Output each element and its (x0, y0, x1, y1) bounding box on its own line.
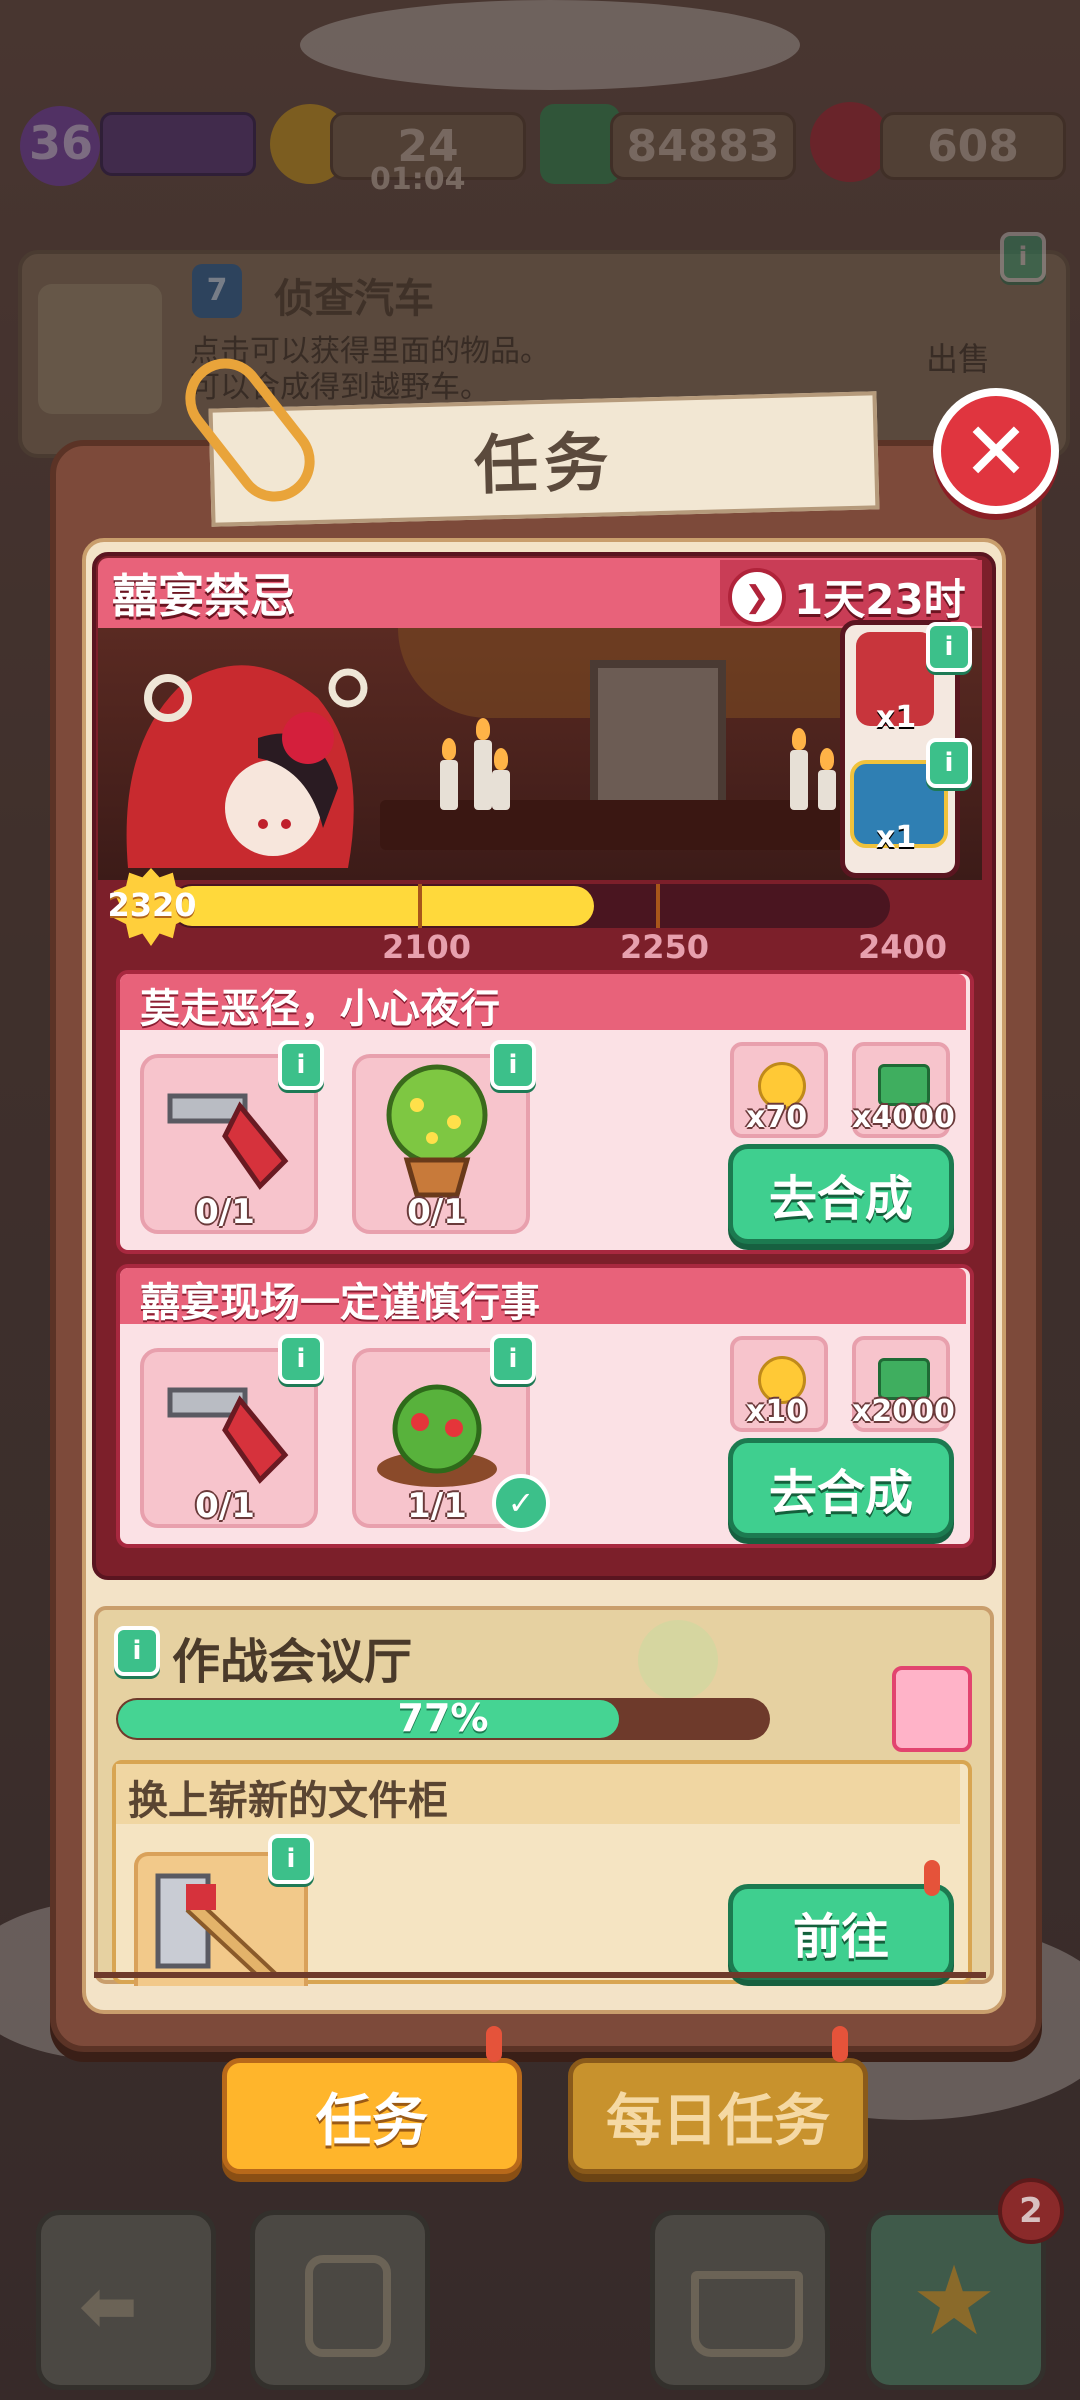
item-count: 0/1 (195, 1192, 255, 1232)
subtask-title: 换上崭新的文件柜 (128, 1778, 448, 1824)
item-count: 0/1 (195, 1486, 255, 1526)
back-button[interactable]: ⬅ (36, 2210, 216, 2390)
task-title: 莫走恶径，小心夜行 (140, 986, 500, 1032)
war-room-title: 作战会议厅 (172, 1634, 413, 1690)
reward-qty: x1 (876, 700, 917, 735)
close-icon: ✕ (962, 404, 1030, 498)
reward-qty: x4000 (852, 1100, 955, 1135)
info-icon[interactable]: i (114, 1626, 160, 1676)
info-icon[interactable]: i (926, 622, 972, 672)
saw-icon (167, 1093, 289, 1190)
backpack-icon (305, 2255, 391, 2357)
event-score: 2320 (107, 886, 197, 924)
notification-dot (924, 1860, 940, 1896)
backpack-button[interactable] (250, 2210, 430, 2390)
go-merge-button[interactable]: 去合成 (728, 1438, 954, 1538)
scroll-edge (94, 1972, 986, 1978)
milestone-label: 2100 (382, 928, 472, 966)
info-icon[interactable]: i (926, 738, 972, 788)
saw-icon (167, 1387, 289, 1484)
war-room-progress-text: 77% (397, 1696, 489, 1740)
event-title: 囍宴禁忌 (112, 569, 296, 623)
milestone-label: 2400 (858, 928, 948, 966)
event-timer: 1天23时 (794, 575, 966, 624)
clock-icon: ❯ (728, 568, 786, 626)
reward-qty: x2000 (852, 1394, 955, 1429)
notification-dot (832, 2026, 848, 2062)
gift-box-icon[interactable] (892, 1666, 972, 1752)
arrow-left-icon: ⬅ (79, 2265, 138, 2347)
shop-button[interactable] (650, 2210, 830, 2390)
task-title: 囍宴现场一定谨慎行事 (140, 1280, 540, 1326)
tab-daily-tasks[interactable]: 每日任务 (568, 2058, 868, 2174)
star-icon: ★ (911, 2245, 998, 2357)
milestone-label: 2250 (620, 928, 710, 966)
close-button[interactable]: ✕ (933, 388, 1059, 514)
event-progress-fill (172, 886, 594, 926)
basket-icon (691, 2271, 803, 2357)
info-icon[interactable]: i (490, 1334, 536, 1384)
info-icon[interactable]: i (278, 1334, 324, 1384)
go-button[interactable]: 前往 (728, 1884, 954, 1980)
nav-badge: 2 (998, 2178, 1064, 2244)
reward-qty: x70 (746, 1100, 808, 1135)
item-count: 0/1 (407, 1192, 467, 1232)
tab-tasks[interactable]: 任务 (222, 2058, 522, 2174)
check-icon: ✓ (492, 1474, 550, 1532)
berry-bush-icon (377, 1384, 497, 1487)
info-icon[interactable]: i (278, 1040, 324, 1090)
info-icon[interactable]: i (490, 1040, 536, 1090)
reward-qty: x1 (876, 820, 917, 855)
bride-character-art (126, 665, 368, 868)
notification-dot (486, 2026, 502, 2062)
reward-qty: x10 (746, 1394, 808, 1429)
info-icon[interactable]: i (268, 1834, 314, 1884)
go-merge-button[interactable]: 去合成 (728, 1144, 954, 1244)
